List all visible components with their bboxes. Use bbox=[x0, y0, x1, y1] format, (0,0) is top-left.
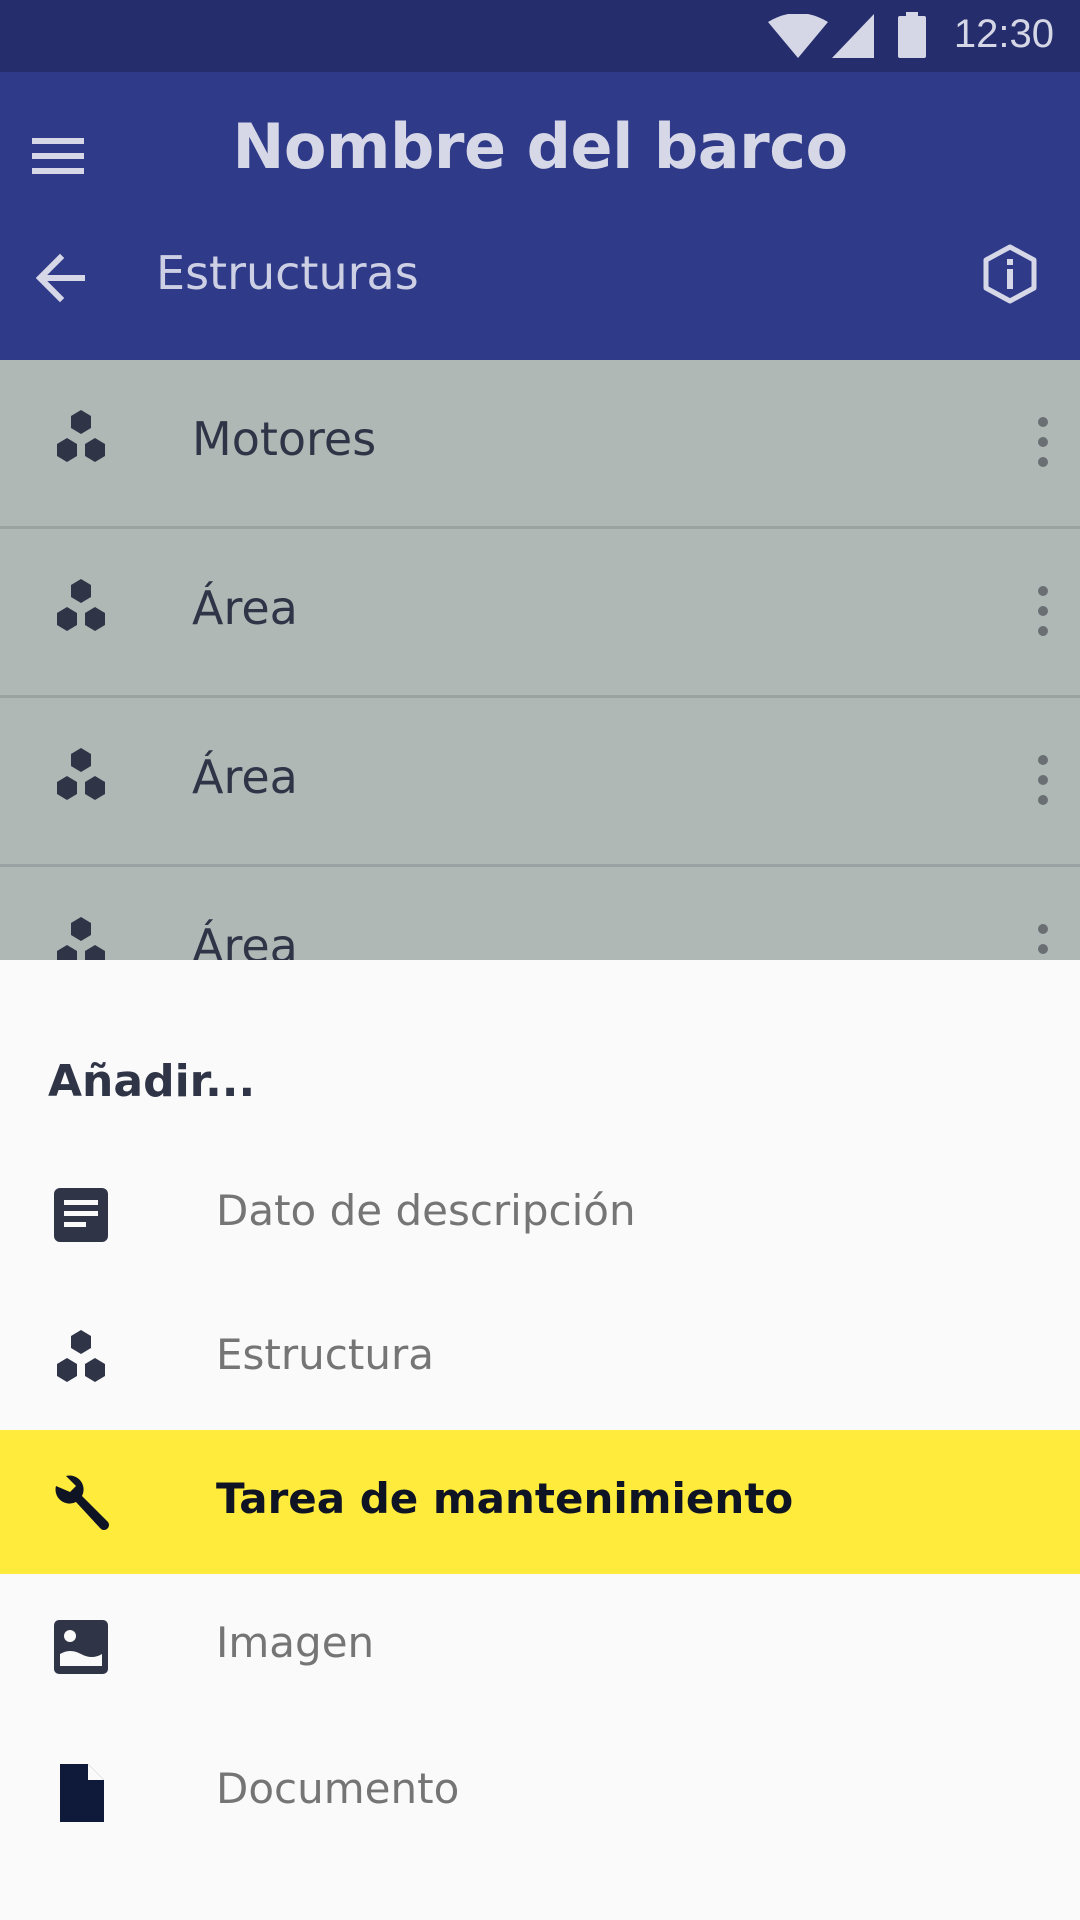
info-icon[interactable] bbox=[982, 244, 1038, 304]
structure-icon bbox=[57, 748, 105, 800]
signal-icon bbox=[832, 14, 874, 58]
document-icon bbox=[60, 1764, 104, 1822]
sheet-item-label: Tarea de mantenimiento bbox=[216, 1474, 794, 1523]
list-item[interactable]: Motores bbox=[0, 360, 1080, 529]
list-item[interactable]: Área bbox=[0, 698, 1080, 867]
list-item[interactable]: Área bbox=[0, 529, 1080, 698]
sheet-heading: Añadir... bbox=[48, 1056, 256, 1107]
list-item[interactable]: Área bbox=[0, 867, 1080, 960]
status-bar: 12:30 bbox=[0, 0, 1080, 72]
list-item-label: Motores bbox=[192, 412, 377, 466]
list-item-label: Área bbox=[192, 581, 298, 635]
structure-icon bbox=[57, 579, 105, 631]
app-bar: Nombre del barco Estructuras bbox=[0, 72, 1080, 360]
structure-icon bbox=[57, 917, 105, 960]
sheet-item-structure[interactable]: Estructura bbox=[0, 1286, 1080, 1430]
more-vert-icon[interactable] bbox=[1028, 585, 1058, 637]
sheet-item-maintenance-task[interactable]: Tarea de mantenimiento bbox=[0, 1430, 1080, 1574]
structures-list: Motores Área Área Área bbox=[0, 360, 1080, 960]
back-arrow-icon[interactable] bbox=[30, 248, 90, 308]
more-vert-icon[interactable] bbox=[1028, 923, 1058, 960]
description-icon bbox=[54, 1188, 108, 1242]
sheet-item-image[interactable]: Imagen bbox=[0, 1574, 1080, 1718]
sheet-item-label: Dato de descripción bbox=[216, 1186, 636, 1235]
sheet-item-label: Estructura bbox=[216, 1330, 434, 1379]
page-title: Nombre del barco bbox=[232, 110, 848, 183]
list-item-label: Área bbox=[192, 750, 298, 804]
status-time: 12:30 bbox=[953, 12, 1054, 56]
sheet-item-document[interactable]: Documento bbox=[0, 1720, 1080, 1864]
more-vert-icon[interactable] bbox=[1028, 754, 1058, 806]
structure-icon bbox=[57, 1330, 105, 1382]
structure-icon bbox=[57, 410, 105, 462]
wrench-icon bbox=[55, 1475, 109, 1530]
sheet-item-label: Imagen bbox=[216, 1618, 375, 1667]
wifi-icon bbox=[768, 14, 828, 58]
battery-icon bbox=[898, 12, 926, 58]
list-item-label: Área bbox=[192, 919, 298, 960]
breadcrumb: Estructuras bbox=[156, 246, 419, 300]
image-icon bbox=[54, 1620, 108, 1674]
sheet-item-description[interactable]: Dato de descripción bbox=[0, 1142, 1080, 1286]
sheet-item-label: Documento bbox=[216, 1764, 460, 1813]
add-bottom-sheet: Añadir... Dato de descripción Estructura… bbox=[0, 960, 1080, 1920]
more-vert-icon[interactable] bbox=[1028, 416, 1058, 468]
